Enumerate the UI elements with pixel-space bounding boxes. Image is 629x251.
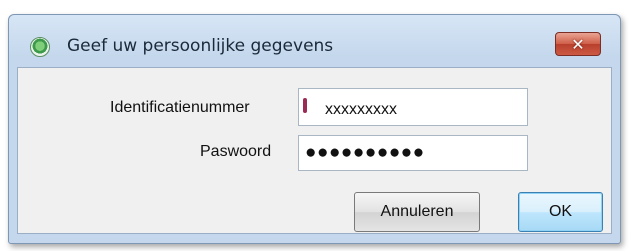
password-field-value: ●●●●●●●●●● <box>305 142 425 163</box>
window-title: Geef uw persoonlijke gegevens <box>67 36 334 56</box>
dialog-window: Geef uw persoonlijke gegevens ✕ Identifi… <box>8 14 621 244</box>
id-field[interactable]: xxxxxxxxx <box>298 88 528 126</box>
dialog-body: Identificatienummer xxxxxxxxx Paswoord ●… <box>17 67 612 234</box>
cancel-button[interactable]: Annuleren <box>354 192 480 232</box>
text-cursor <box>303 98 307 113</box>
close-icon: ✕ <box>571 34 585 54</box>
close-button[interactable]: ✕ <box>555 32 601 56</box>
password-label: Paswoord <box>200 143 272 160</box>
title-bar[interactable]: Geef uw persoonlijke gegevens ✕ <box>9 15 620 57</box>
password-field[interactable]: ●●●●●●●●●● <box>298 135 528 171</box>
app-icon <box>30 37 50 57</box>
id-field-value: xxxxxxxxx <box>325 101 397 118</box>
id-label: Identificatienummer <box>110 99 250 116</box>
ok-button[interactable]: OK <box>518 192 603 232</box>
